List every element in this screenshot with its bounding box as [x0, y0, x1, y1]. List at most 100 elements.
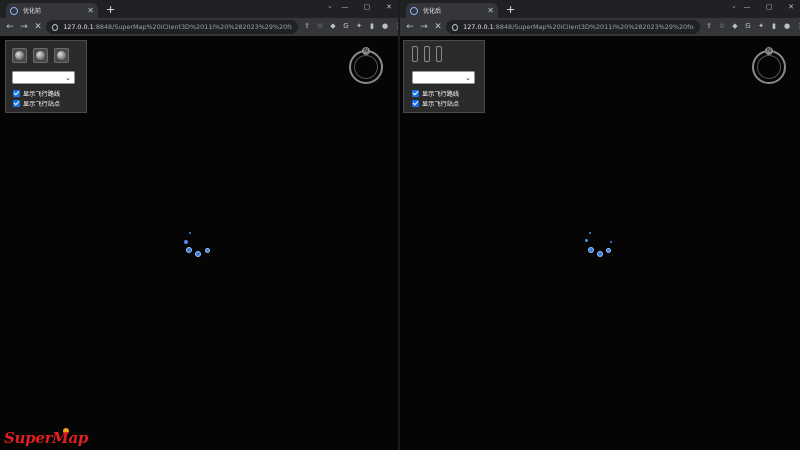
share-icon[interactable]: ⇪ — [302, 21, 312, 31]
bookmark-star-icon[interactable]: ☆ — [315, 21, 325, 31]
site-info-icon[interactable] — [452, 23, 459, 31]
show-flight-lines-checkbox[interactable] — [412, 90, 419, 97]
show-flight-lines-label: 显示飞行路线 — [23, 91, 61, 98]
loading-spinner — [180, 230, 220, 260]
chevron-down-icon: ⌄ — [465, 74, 471, 82]
route-select[interactable]: ⌄ — [412, 71, 475, 84]
address-bar[interactable]: 127.0.0.1:8848/SuperMap%20iClient3D%2011… — [446, 20, 700, 34]
maximize-icon[interactable]: ▢ — [356, 0, 378, 14]
google-icon[interactable]: G — [743, 21, 753, 31]
show-flight-lines-checkbox[interactable] — [13, 90, 20, 97]
browser-window-left: 优化前 ✕ + ⌄ — ▢ ✕ ← → ✕ 127.0.0.1:8848/Sup… — [0, 0, 398, 450]
window-controls: — ▢ ✕ — [736, 0, 800, 14]
profile-icon[interactable]: ● — [380, 21, 390, 31]
address-bar[interactable]: 127.0.0.1:8848/SuperMap%20iClient3D%2011… — [46, 20, 298, 34]
loader-dot — [189, 232, 191, 234]
back-button[interactable]: ← — [404, 20, 416, 34]
favicon-icon — [10, 6, 18, 15]
menu-kebab-icon[interactable]: ⋮ — [795, 21, 800, 31]
maximize-icon[interactable]: ▢ — [758, 0, 780, 14]
loader-dot — [588, 247, 594, 253]
tab-search-chevron-icon[interactable]: ⌄ — [327, 2, 333, 10]
bookmark-star-icon[interactable]: ☆ — [717, 21, 727, 31]
forward-button[interactable]: → — [418, 20, 430, 34]
show-flight-lines-row[interactable]: 显示飞行路线 — [13, 89, 60, 98]
extensions-puzzle-icon[interactable]: ✦ — [354, 21, 364, 31]
tab-active[interactable]: 优化前 ✕ — [6, 3, 98, 18]
stop-loading-button[interactable]: ✕ — [32, 20, 44, 34]
loader-dot — [589, 232, 591, 234]
toolbar-actions: ⇪ ☆ ◆ G ✦ ▮ ● ⋮ — [704, 21, 800, 31]
compass-widget[interactable]: N — [349, 47, 383, 84]
site-info-icon[interactable] — [52, 23, 59, 31]
tab-active[interactable]: 优化后 ✕ — [406, 3, 498, 18]
window-close-icon[interactable]: ✕ — [378, 0, 398, 14]
new-tab-button[interactable]: + — [506, 2, 515, 17]
minimize-icon[interactable]: — — [736, 0, 758, 14]
loader-dot — [597, 251, 603, 257]
google-icon[interactable]: G — [341, 21, 351, 31]
show-flight-stops-row[interactable]: 显示飞行站点 — [13, 99, 60, 108]
browser-toolbar: ← → ✕ 127.0.0.1:8848/SuperMap%20iClient3… — [0, 18, 398, 36]
tab-strip: 优化前 ✕ + ⌄ — ▢ ✕ — [0, 0, 398, 18]
window-close-icon[interactable]: ✕ — [780, 0, 800, 14]
north-indicator: N — [362, 47, 370, 55]
globe-icon — [15, 51, 24, 60]
favicon-icon — [410, 6, 418, 15]
globe-icon — [36, 51, 45, 60]
show-flight-stops-label: 显示飞行站点 — [422, 101, 460, 108]
browser-window-right: 优化后 ✕ + ⌄ — ▢ ✕ ← → ✕ 127.0.0.1:8848/Sup… — [400, 0, 800, 450]
loader-dot — [610, 241, 612, 243]
show-flight-stops-row[interactable]: 显示飞行站点 — [412, 99, 459, 108]
window-controls: — ▢ ✕ — [334, 0, 398, 14]
extension-icon[interactable]: ◆ — [328, 21, 338, 31]
new-tab-button[interactable]: + — [106, 2, 115, 17]
map-viewport[interactable]: ⌄ 显示飞行路线 显示飞行站点 N SuperMap — [0, 36, 398, 450]
forward-button[interactable]: → — [18, 20, 30, 34]
map-viewport[interactable]: ⌄ 显示飞行路线 显示飞行站点 N — [400, 36, 800, 450]
back-button[interactable]: ← — [4, 20, 16, 34]
chevron-down-icon: ⌄ — [65, 74, 71, 82]
stop-loading-button[interactable]: ✕ — [432, 20, 444, 34]
loader-dot — [606, 248, 611, 253]
show-flight-lines-label: 显示飞行路线 — [422, 91, 460, 98]
stop-flight-button[interactable] — [436, 46, 442, 62]
pause-flight-button[interactable] — [424, 46, 430, 62]
sidepanel-icon[interactable]: ▮ — [769, 21, 779, 31]
compass-widget[interactable]: N — [752, 47, 786, 84]
globe-icon — [57, 51, 66, 60]
tab-strip: 优化后 ✕ + ⌄ — ▢ ✕ — [400, 0, 800, 18]
tab-title: 优化后 — [423, 8, 442, 15]
flight-mode-buttons — [412, 46, 442, 62]
play-flight-button[interactable] — [412, 46, 418, 62]
flight-control-panel: ⌄ 显示飞行路线 显示飞行站点 — [403, 40, 485, 113]
show-flight-stops-checkbox[interactable] — [412, 100, 419, 107]
tab-close-icon[interactable]: ✕ — [487, 6, 494, 15]
extension-icon[interactable]: ◆ — [730, 21, 740, 31]
north-indicator: N — [765, 47, 773, 55]
tab-close-icon[interactable]: ✕ — [87, 6, 94, 15]
extensions-puzzle-icon[interactable]: ✦ — [756, 21, 766, 31]
minimize-icon[interactable]: — — [334, 0, 356, 14]
browser-toolbar: ← → ✕ 127.0.0.1:8848/SuperMap%20iClient3… — [400, 18, 800, 36]
play-flight-button[interactable] — [12, 48, 27, 63]
show-flight-stops-checkbox[interactable] — [13, 100, 20, 107]
loader-dot — [205, 248, 210, 253]
sidepanel-icon[interactable]: ▮ — [367, 21, 377, 31]
loading-spinner — [583, 230, 623, 260]
flight-mode-buttons — [12, 48, 69, 63]
route-select[interactable]: ⌄ — [12, 71, 75, 84]
share-icon[interactable]: ⇪ — [704, 21, 714, 31]
stop-flight-button[interactable] — [54, 48, 69, 63]
loader-dot — [184, 240, 188, 244]
loader-dot — [585, 239, 588, 242]
tab-title: 优化前 — [23, 8, 42, 15]
loader-dot — [195, 251, 201, 257]
flight-control-panel: ⌄ 显示飞行路线 显示飞行站点 — [5, 40, 87, 113]
profile-icon[interactable]: ● — [782, 21, 792, 31]
pause-flight-button[interactable] — [33, 48, 48, 63]
toolbar-actions: ⇪ ☆ ◆ G ✦ ▮ ● ⋮ — [302, 21, 398, 31]
url-text: 127.0.0.1:8848/SuperMap%20iClient3D%2011… — [463, 23, 694, 31]
show-flight-lines-row[interactable]: 显示飞行路线 — [412, 89, 459, 98]
loader-dot — [186, 247, 192, 253]
